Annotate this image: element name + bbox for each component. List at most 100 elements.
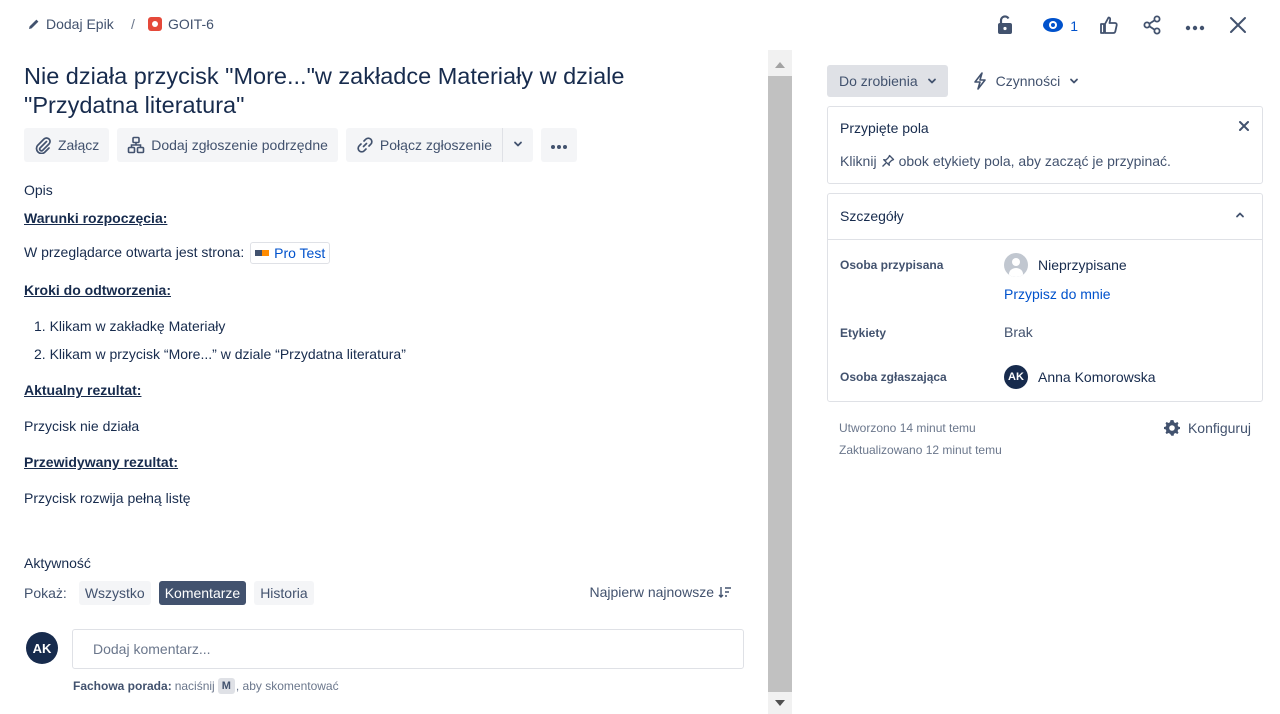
pinned-hint-after: obok etykiety pola, aby zacząć je przypi… <box>898 153 1171 169</box>
eye-icon <box>1042 17 1064 36</box>
chevron-down-icon <box>926 75 938 87</box>
pro-tip: Fachowa porada: naciśnij M , aby skoment… <box>73 678 339 694</box>
labels-field[interactable]: Brak <box>1004 324 1033 340</box>
issue-main-panel: Nie działa przycisk "More..."w zakładce … <box>0 50 768 714</box>
created-timestamp: Utworzono 14 minut temu <box>839 421 976 435</box>
chevron-up-icon <box>1234 209 1246 221</box>
thumbs-up-icon <box>1099 15 1119 38</box>
attach-button[interactable]: Załącz <box>24 128 110 162</box>
preconditions-text: W przeglądarce otwarta jest strona: <box>24 244 245 260</box>
pro-tip-text-after: , aby skomentować <box>235 679 339 693</box>
share-button[interactable] <box>1136 12 1168 40</box>
labels-value: Brak <box>1004 324 1033 340</box>
pencil-icon <box>28 18 40 30</box>
breadcrumb-issue-key[interactable]: GOIT-6 <box>148 16 214 32</box>
link-icon <box>356 136 374 154</box>
more-icon <box>1185 18 1205 34</box>
status-dropdown[interactable]: Do zrobienia <box>827 65 948 97</box>
labels-label: Etykiety <box>840 326 887 340</box>
page-inline-link[interactable]: Pro Test <box>250 242 331 265</box>
filter-comments-button[interactable]: Komentarze <box>158 581 247 605</box>
shortcut-key: M <box>217 678 235 694</box>
watch-button[interactable]: 1 <box>1032 12 1082 40</box>
configure-label: Konfiguruj <box>1187 420 1251 436</box>
unassigned-avatar-icon <box>1004 253 1028 277</box>
more-actions-button[interactable] <box>1179 12 1211 40</box>
bug-icon <box>148 17 162 31</box>
preconditions-heading: Warunki rozpoczęcia: <box>24 210 168 226</box>
actions-dropdown[interactable]: Czynności <box>972 65 1081 97</box>
activity-label: Aktywność <box>24 555 91 571</box>
link-issue-label: Połącz zgłoszenie <box>379 137 492 153</box>
close-pinned-button[interactable] <box>1238 119 1250 135</box>
issue-key-label: GOIT-6 <box>168 16 214 32</box>
link-issue-group: Połącz zgłoszenie <box>345 128 533 162</box>
avatar: AK <box>26 632 58 664</box>
reporter-value: Anna Komorowska <box>1038 369 1156 385</box>
close-icon <box>1238 119 1250 135</box>
site-logo-icon <box>255 250 270 257</box>
vote-button[interactable] <box>1093 12 1125 40</box>
assignee-label: Osoba przypisana <box>840 258 944 272</box>
filter-all-button[interactable]: Wszystko <box>78 581 151 605</box>
assignee-value: Nieprzypisane <box>1038 257 1127 273</box>
add-child-issue-button[interactable]: Dodaj zgłoszenie podrzędne <box>117 128 338 162</box>
reporter-field[interactable]: AK Anna Komorowska <box>1004 365 1156 389</box>
pinned-fields-hint: Kliknij obok etykiety pola, aby zacząć j… <box>840 153 1171 169</box>
configure-button[interactable]: Konfiguruj <box>1163 419 1251 437</box>
page-link-label: Pro Test <box>274 245 326 262</box>
issue-sidebar: Do zrobienia Czynności Przypięte pola Kl… <box>792 50 1280 714</box>
updated-timestamp: Zaktualizowano 12 minut temu <box>839 443 1002 457</box>
description-label: Opis <box>24 182 53 198</box>
steps-heading: Kroki do odtworzenia: <box>24 282 171 298</box>
avatar: AK <box>1004 365 1028 389</box>
pin-icon <box>881 154 895 168</box>
attach-label: Załącz <box>58 137 100 153</box>
lightning-icon <box>972 72 988 90</box>
expected-result-heading: Przewidywany rezultat: <box>24 454 179 470</box>
share-icon <box>1142 15 1162 38</box>
chevron-down-icon <box>512 137 524 153</box>
status-row: Do zrobienia Czynności <box>827 65 1080 97</box>
restrict-button[interactable] <box>989 12 1021 40</box>
sort-icon <box>718 586 732 598</box>
assign-to-me-link[interactable]: Przypisz do mnie <box>1004 286 1111 302</box>
close-icon <box>1229 16 1247 37</box>
sort-order-button[interactable]: Najpierw najnowsze <box>589 584 732 600</box>
more-icon <box>550 137 568 153</box>
assignee-field[interactable]: Nieprzypisane <box>1004 253 1127 277</box>
breadcrumb-add-epic[interactable]: Dodaj Epik <box>28 16 114 32</box>
lock-icon <box>996 14 1014 38</box>
pro-tip-text: naciśnij <box>174 679 215 693</box>
hierarchy-icon <box>127 136 145 154</box>
sort-label: Najpierw najnowsze <box>589 584 714 600</box>
scrollbar-thumb[interactable] <box>768 76 792 692</box>
expected-result-text: Przycisk rozwija pełną listę <box>24 490 191 506</box>
status-label: Do zrobienia <box>839 73 918 89</box>
details-header[interactable]: Szczegóły <box>828 194 1262 240</box>
activity-filters: Pokaż: Wszystko Komentarze Historia <box>24 581 322 605</box>
scroll-down-arrow-icon[interactable] <box>768 692 792 714</box>
scrollbar[interactable] <box>768 50 792 714</box>
actual-result-text: Przycisk nie działa <box>24 418 140 434</box>
chevron-down-icon <box>1068 75 1080 87</box>
link-issue-button[interactable]: Połącz zgłoszenie <box>345 128 502 162</box>
issue-toolbar: Załącz Dodaj zgłoszenie podrzędne Połącz… <box>24 128 585 162</box>
comment-input[interactable]: Dodaj komentarz... <box>72 629 744 669</box>
filter-history-button[interactable]: Historia <box>254 581 314 605</box>
pinned-fields-panel: Przypięte pola Kliknij obok etykiety pol… <box>827 106 1263 184</box>
gear-icon <box>1163 419 1181 437</box>
show-label: Pokaż: <box>24 585 67 601</box>
scroll-up-arrow-icon[interactable] <box>768 54 792 76</box>
paperclip-icon <box>34 136 52 154</box>
toolbar-more-button[interactable] <box>540 128 577 162</box>
step-item: 2. Klikam w przycisk “More...” w dziale … <box>34 346 406 362</box>
link-issue-dropdown[interactable] <box>501 128 533 162</box>
issue-title[interactable]: Nie działa przycisk "More..."w zakładce … <box>24 62 724 120</box>
pinned-hint-before: Kliknij <box>840 153 877 169</box>
details-panel: Szczegóły Osoba przypisana Nieprzypisane… <box>827 193 1263 402</box>
actions-label: Czynności <box>995 73 1061 89</box>
close-issue-button[interactable] <box>1222 12 1254 40</box>
watchers-count: 1 <box>1070 18 1078 34</box>
actual-result-heading: Aktualny rezultat: <box>24 382 142 398</box>
